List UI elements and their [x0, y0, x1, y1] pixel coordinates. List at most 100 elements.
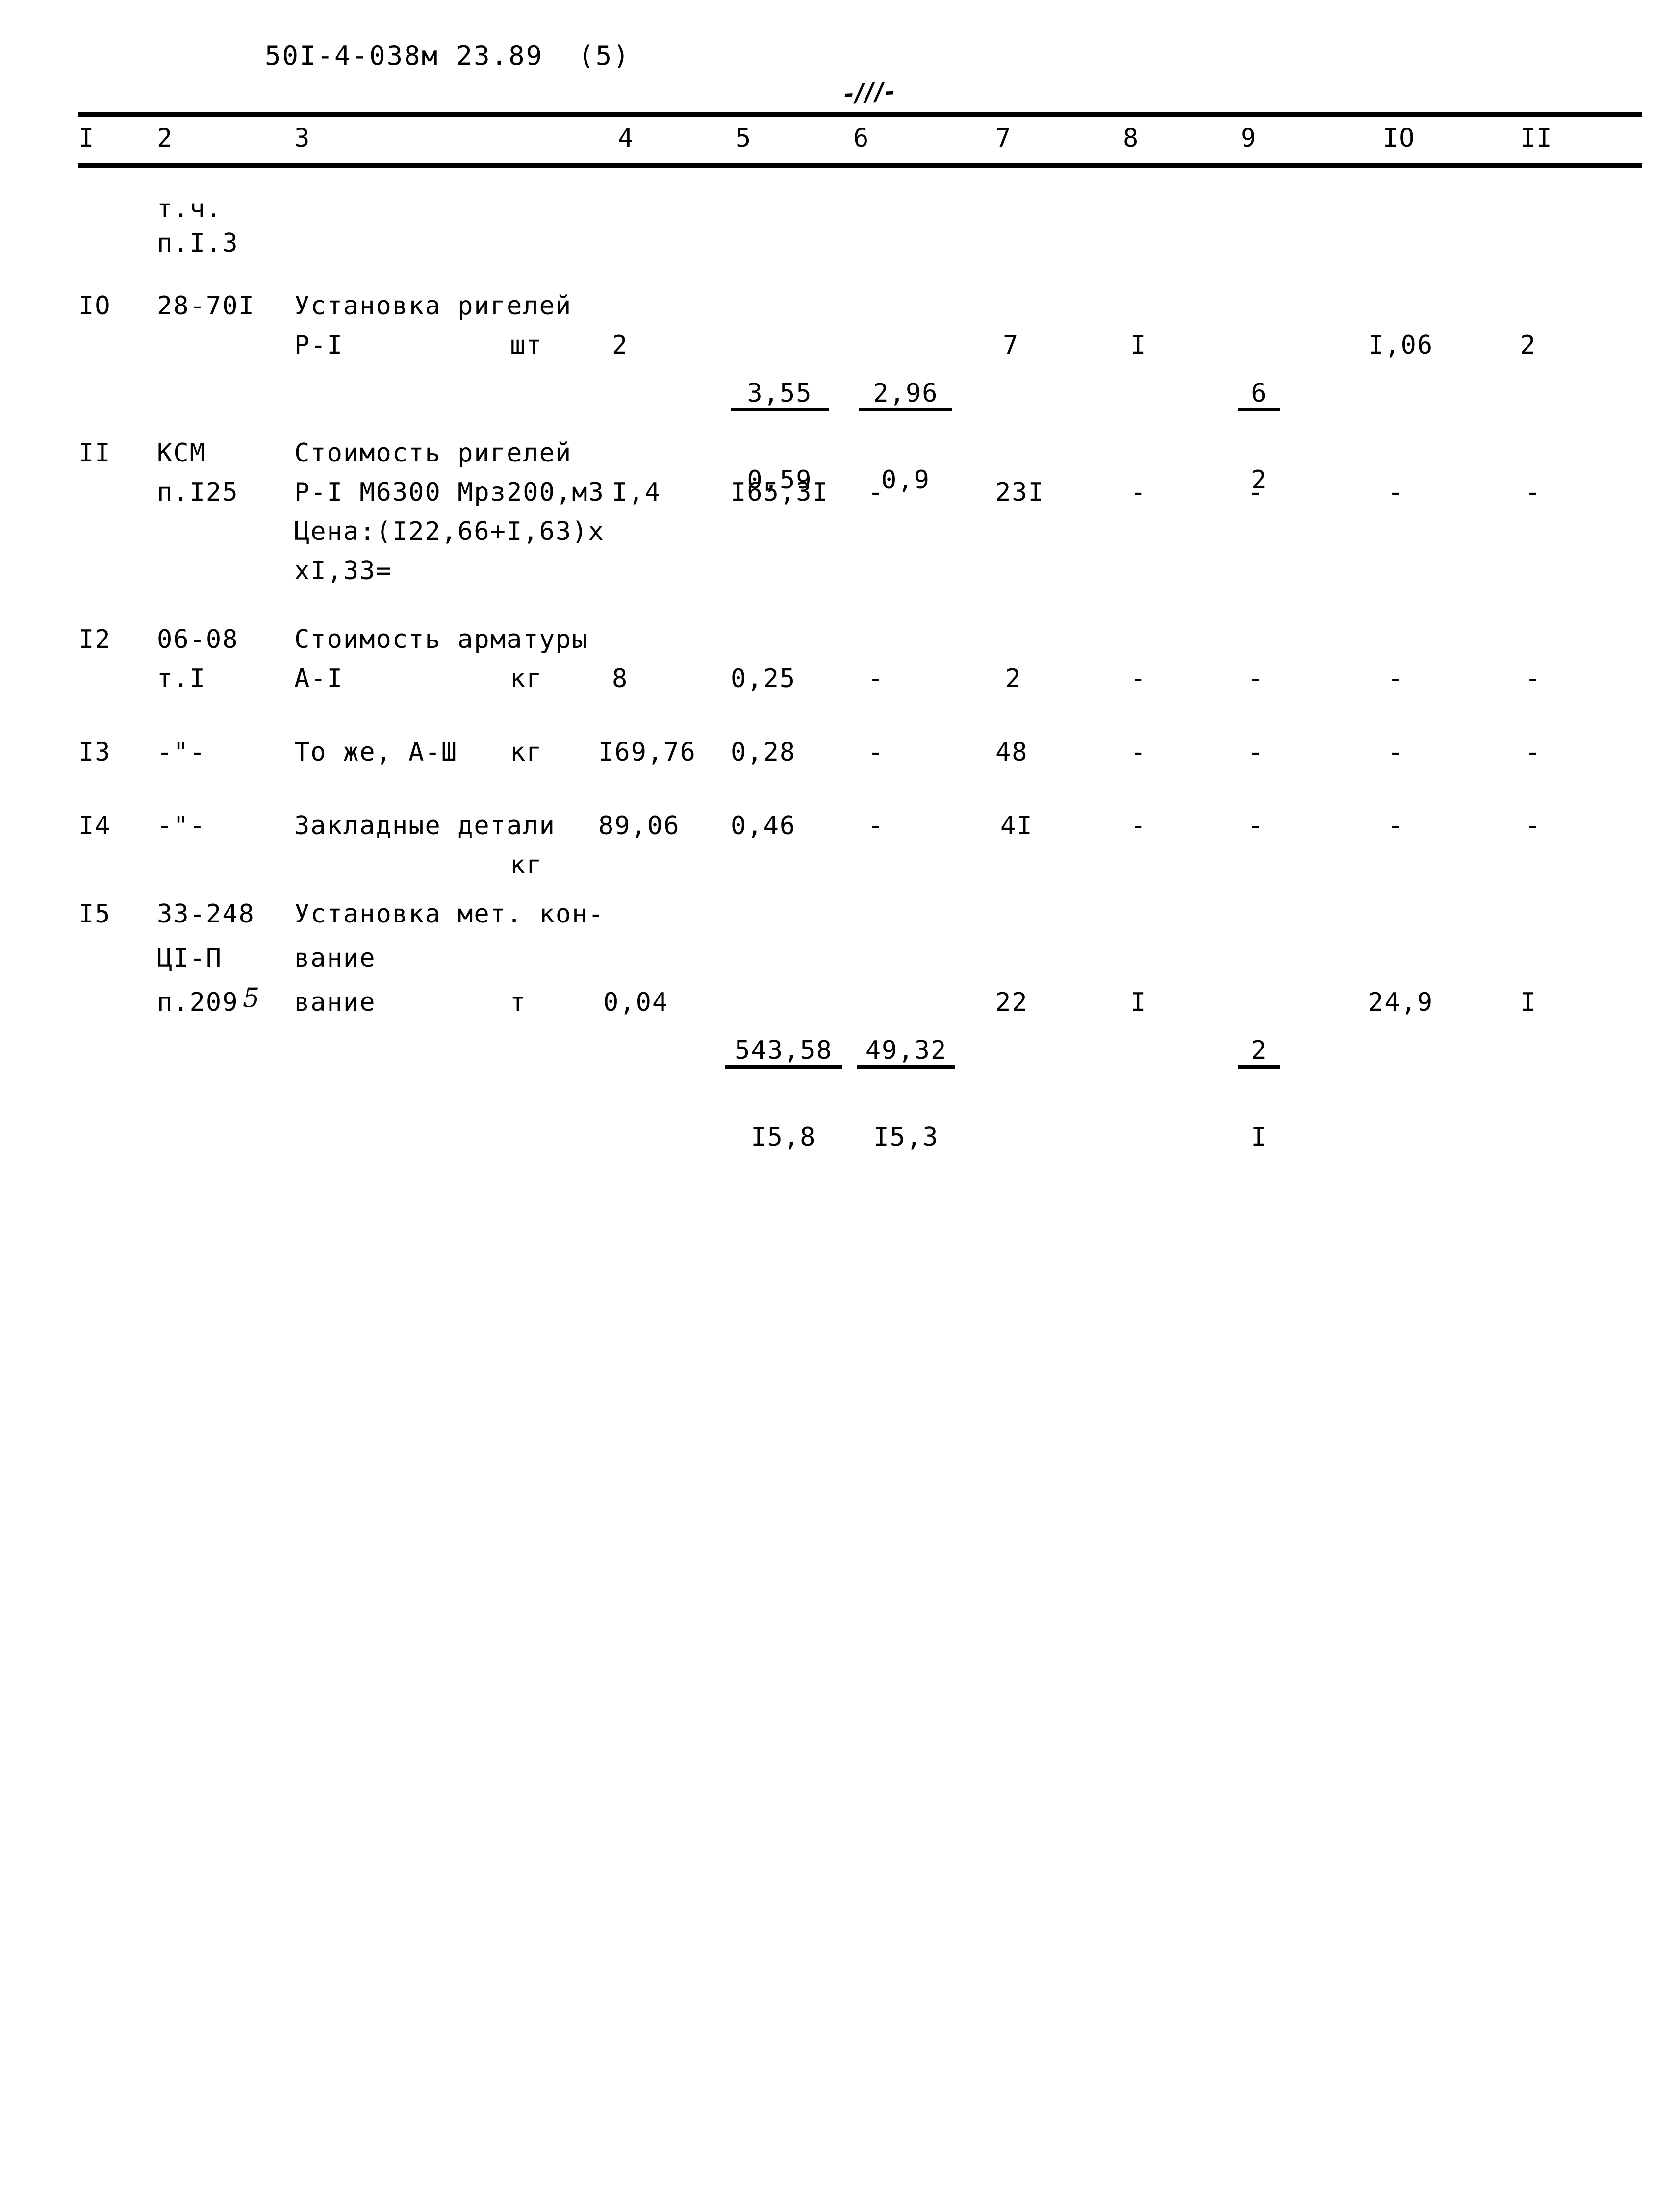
table-row-10-unit: шт [510, 331, 543, 360]
table-row-12-col9: - [1248, 664, 1265, 693]
table-row-13-unit: кг [510, 738, 543, 767]
table-row-13-col6: - [868, 738, 885, 767]
table-row-12-col8: - [1130, 664, 1147, 693]
table-row-15-col5-numerator: 543,58 [725, 1038, 842, 1069]
table-row-15-col6-numerator: 49,32 [857, 1038, 955, 1069]
table-row-11-desc-line1: Стоимость ригелей [294, 438, 572, 468]
table-row-14-number: I4 [78, 811, 111, 841]
table-row-11-col9: - [1248, 478, 1265, 507]
table-row-tch-code-line2: п.I.3 [157, 229, 239, 258]
table-row-11-desc-line3: Цена:(I22,66+I,63)х [294, 517, 605, 546]
table-row-15-desc-line2: вание [294, 944, 376, 973]
document-page: 50I-4-038м 23.89 (5) -///- I 2 3 4 5 6 7… [0, 0, 1680, 1150]
table-row-13-col7: 48 [995, 738, 1028, 767]
table-row-14-col11: - [1525, 811, 1542, 841]
column-header-1: I [78, 124, 95, 153]
column-header-10: IO [1383, 124, 1416, 153]
table-row-10-desc-line1: Установка ригелей [294, 291, 572, 321]
table-row-10-col4: 2 [612, 331, 629, 360]
table-row-11-number: II [78, 438, 111, 468]
table-row-15-col5-fraction: 543,58 I5,8 [725, 987, 842, 1201]
table-row-15-code-line2: ЦI-П [157, 944, 223, 973]
table-row-11-col5: I65,3I [731, 478, 829, 507]
table-row-14-code: -"- [157, 811, 206, 841]
table-row-10-col5-numerator: 3,55 [731, 381, 829, 411]
table-row-10-number: IO [78, 291, 111, 321]
column-header-5: 5 [736, 124, 752, 153]
column-header-7: 7 [995, 124, 1012, 153]
table-row-10-col7: 7 [1003, 331, 1019, 360]
table-row-12-number: I2 [78, 625, 111, 654]
table-row-11-col7: 23I [995, 478, 1044, 507]
table-row-13-col9: - [1248, 738, 1265, 767]
table-row-12-desc-line2: А-I [294, 664, 343, 693]
column-header-3: 3 [294, 124, 311, 153]
table-row-12-col7: 2 [1005, 664, 1022, 693]
cost-estimate-table: I 2 3 4 5 6 7 8 9 IO II т.ч. п.I.3 IO 28… [0, 0, 1680, 2201]
table-row-11-col4: I,4 [612, 478, 661, 507]
table-row-12-col5: 0,25 [731, 664, 796, 693]
table-row-10-col10: I,06 [1368, 331, 1434, 360]
column-header-6: 6 [853, 124, 870, 153]
table-row-14-col5: 0,46 [731, 811, 796, 841]
table-row-15-col10: 24,9 [1368, 988, 1434, 1017]
table-row-15-code-line1: 33-248 [157, 899, 255, 929]
table-row-15-desc-line1: Установка мет. кон- [294, 899, 605, 929]
table-row-14-col10: - [1388, 811, 1404, 841]
table-row-12-col10: - [1388, 664, 1404, 693]
table-row-15-col6-denominator: I5,3 [873, 1123, 939, 1152]
table-row-15-col9-denominator: I [1251, 1123, 1268, 1152]
table-row-11-code-line2: п.I25 [157, 478, 239, 507]
table-row-13-number: I3 [78, 738, 111, 767]
table-row-tch-code-line1: т.ч. [157, 194, 223, 224]
table-row-13-col4: I69,76 [598, 738, 696, 767]
column-header-2: 2 [157, 124, 174, 153]
table-row-15-col4: 0,04 [603, 988, 669, 1017]
table-row-10-col9-numerator: 6 [1238, 381, 1280, 411]
table-row-13-col11: - [1525, 738, 1542, 767]
table-row-14-desc: Закладные детали [294, 811, 556, 841]
table-row-10-col8: I [1130, 331, 1147, 360]
table-row-15-code-handwritten-correction: 5 [243, 982, 261, 1013]
column-header-4: 4 [618, 124, 635, 153]
table-row-14-col7: 4I [1000, 811, 1033, 841]
table-row-14-col6: - [868, 811, 885, 841]
table-row-10-col9-fraction: 6 2 [1238, 330, 1280, 544]
table-row-11-desc-line2: Р-I М6300 Мрз200,м3 [294, 478, 605, 507]
table-row-11-desc-line4: хI,33= [294, 556, 392, 586]
column-header-8: 8 [1123, 124, 1140, 153]
table-row-11-col8: - [1130, 478, 1147, 507]
table-row-12-col4: 8 [612, 664, 629, 693]
table-row-15-col6-fraction: 49,32 I5,3 [857, 987, 955, 1201]
table-row-11-col6: - [868, 478, 885, 507]
table-row-10-code: 28-70I [157, 291, 255, 321]
table-row-11-code-line1: КСМ [157, 438, 206, 468]
table-row-14-col4: 89,06 [598, 811, 680, 841]
table-row-12-desc-line1: Стоимость арматуры [294, 625, 588, 654]
table-row-11-col11: - [1525, 478, 1542, 507]
table-row-14-col8: - [1130, 811, 1147, 841]
table-row-13-col10: - [1388, 738, 1404, 767]
table-row-15-col9-numerator: 2 [1238, 1038, 1280, 1069]
table-row-13-col8: - [1130, 738, 1147, 767]
table-row-12-unit: кг [510, 664, 543, 693]
table-row-12-col6: - [868, 664, 885, 693]
table-row-10-col11: 2 [1520, 331, 1537, 360]
table-row-14-unit: кг [510, 850, 543, 880]
table-row-11-col10: - [1388, 478, 1404, 507]
table-row-13-desc: То же, А-Ш [294, 738, 458, 767]
table-row-13-col5: 0,28 [731, 738, 796, 767]
table-row-12-code-line2: т.I [157, 664, 206, 693]
table-row-15-desc-line3: вание [294, 988, 376, 1017]
table-row-15-col5-denominator: I5,8 [751, 1123, 816, 1152]
table-row-10-col6-fraction: 2,96 0,9 [859, 330, 952, 544]
table-row-13-code: -"- [157, 738, 206, 767]
table-row-15-number: I5 [78, 899, 111, 929]
table-row-14-col9: - [1248, 811, 1265, 841]
table-row-10-col6-numerator: 2,96 [859, 381, 952, 411]
column-header-11: II [1520, 124, 1553, 153]
table-row-10-desc-line2: Р-I [294, 331, 343, 360]
table-row-15-unit: т [510, 988, 527, 1017]
table-row-15-col11: I [1520, 988, 1537, 1017]
table-row-15-col8: I [1130, 988, 1147, 1017]
